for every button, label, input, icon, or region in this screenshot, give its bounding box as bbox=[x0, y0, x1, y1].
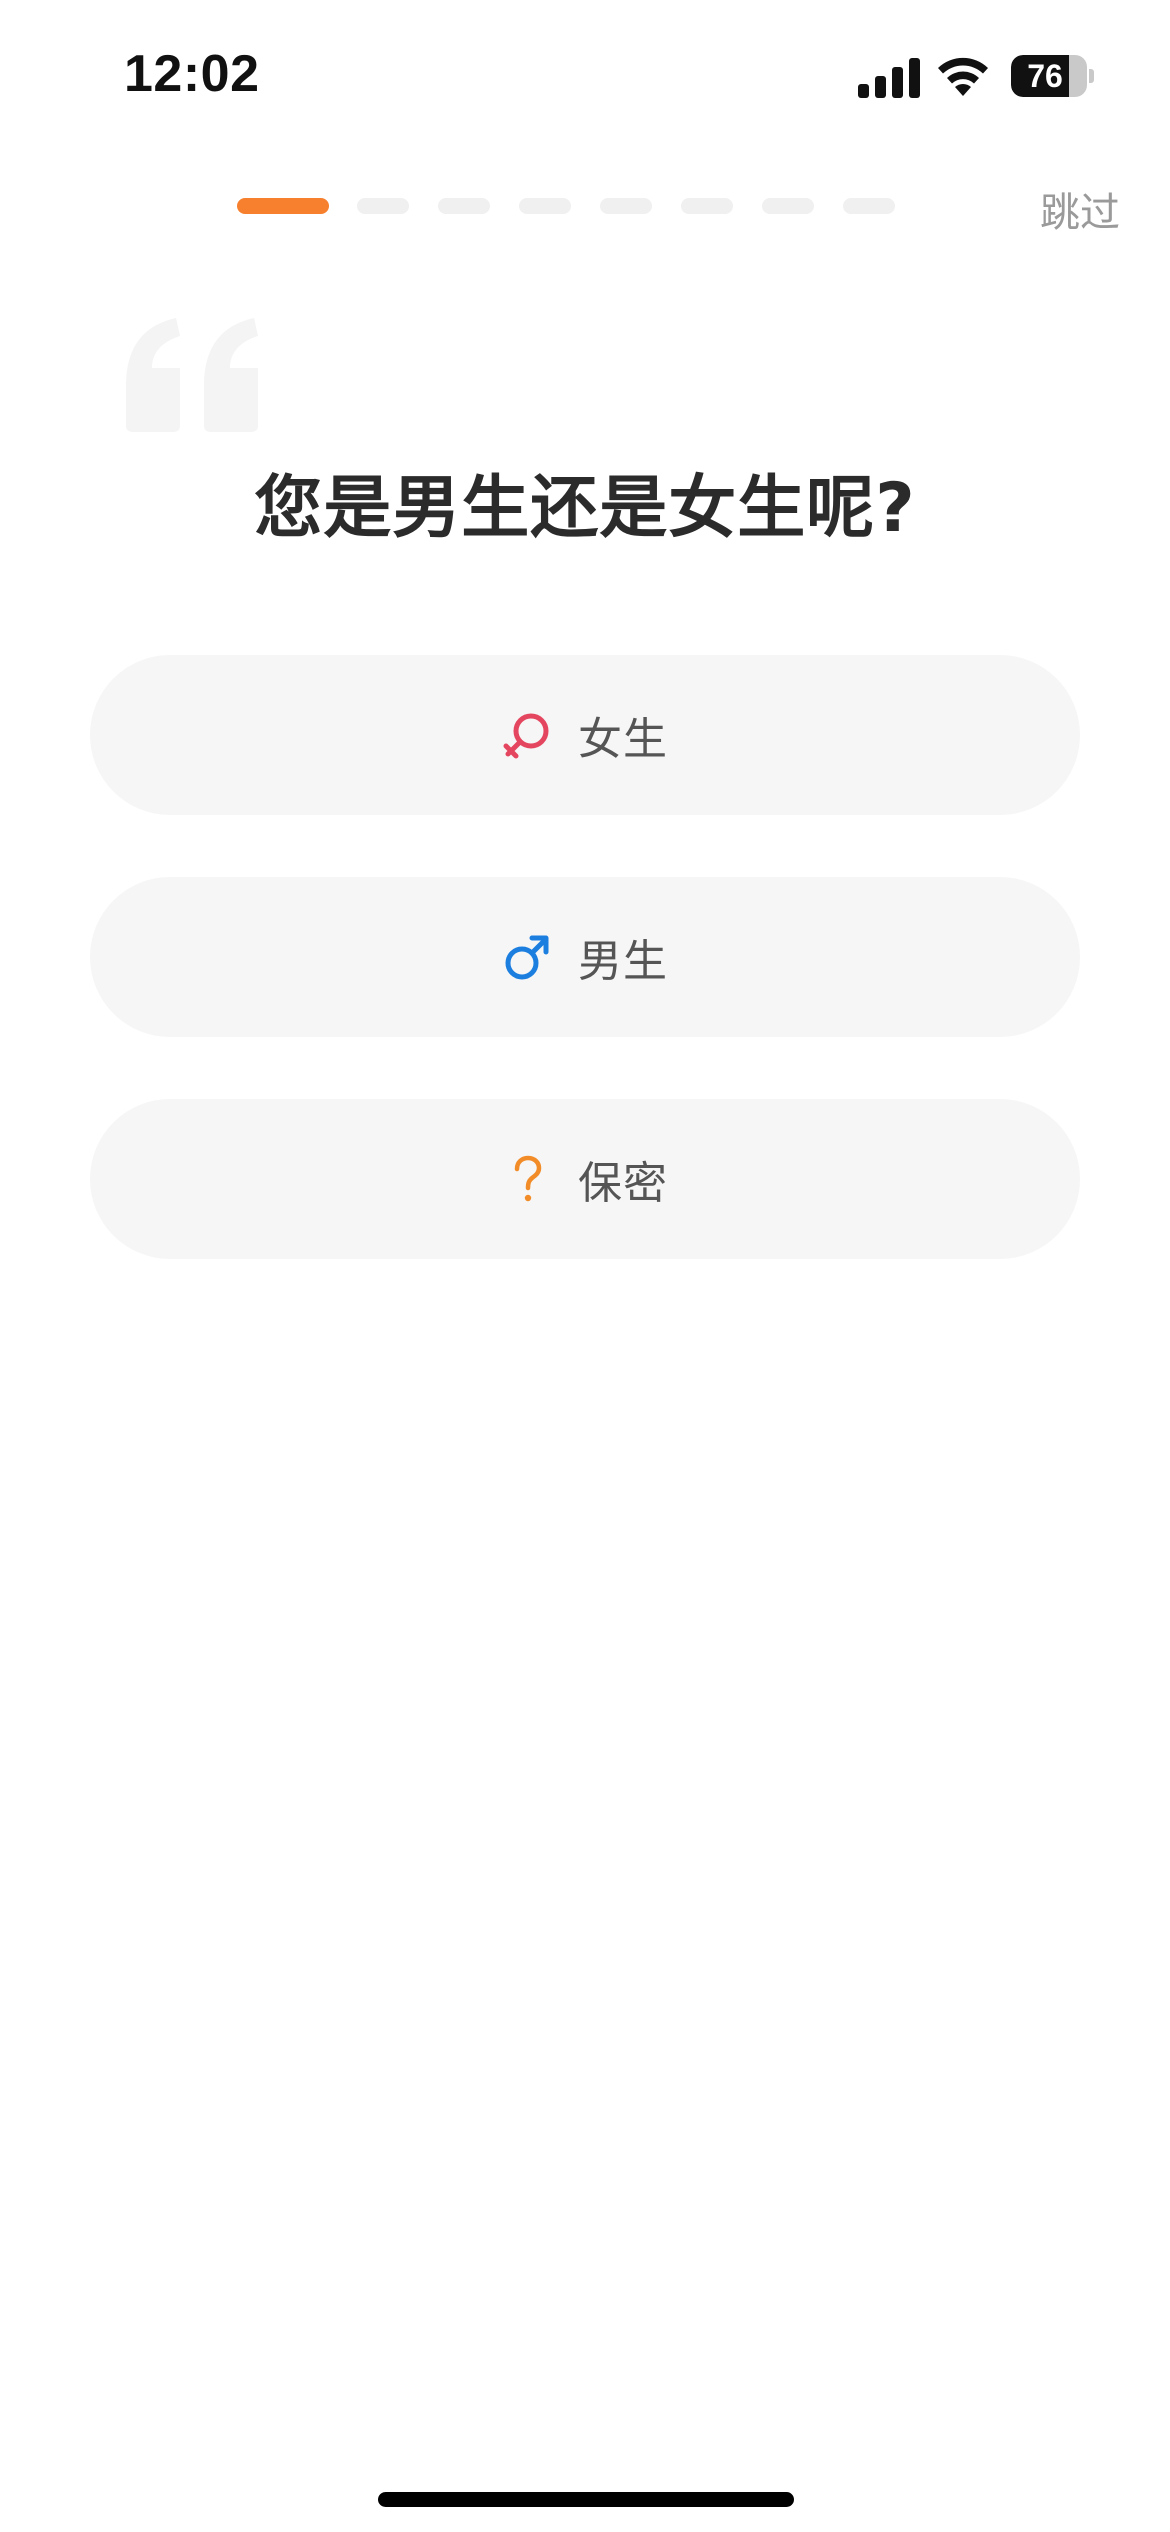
female-symbol-icon bbox=[503, 713, 549, 759]
progress-step-1 bbox=[237, 198, 329, 214]
status-time: 12:02 bbox=[124, 45, 260, 103]
option-label: 女生 bbox=[578, 714, 668, 765]
cellular-signal-icon bbox=[858, 58, 920, 98]
battery-percent: 76 bbox=[1027, 58, 1063, 94]
male-symbol-icon bbox=[505, 935, 549, 980]
quote-mark-icon bbox=[126, 318, 258, 432]
skip-button[interactable]: 跳过 bbox=[1040, 180, 1120, 238]
option-secret-button[interactable]: 保密 bbox=[90, 1099, 1080, 1259]
option-label: 保密 bbox=[578, 1158, 668, 1209]
question-mark-icon bbox=[514, 1155, 542, 1202]
battery-icon: 76 bbox=[1011, 55, 1094, 97]
progress-step-8 bbox=[843, 198, 895, 214]
onboarding-progress bbox=[237, 198, 897, 214]
status-bar: 12:02 76 bbox=[0, 0, 1170, 150]
progress-step-7 bbox=[762, 198, 814, 214]
progress-step-6 bbox=[681, 198, 733, 214]
option-label: 男生 bbox=[578, 936, 668, 987]
progress-step-4 bbox=[519, 198, 571, 214]
option-male-button[interactable]: 男生 bbox=[90, 877, 1080, 1037]
progress-step-3 bbox=[438, 198, 490, 214]
progress-step-5 bbox=[600, 198, 652, 214]
onboarding-gender-screen: 12:02 76 跳过 您是男生还是女生呢? 女生 男生 保密 bbox=[0, 0, 1170, 2532]
progress-step-2 bbox=[357, 198, 409, 214]
page-title: 您是男生还是女生呢? bbox=[254, 469, 916, 548]
option-female-button[interactable]: 女生 bbox=[90, 655, 1080, 815]
wifi-icon bbox=[938, 57, 988, 96]
home-indicator bbox=[378, 2492, 794, 2507]
